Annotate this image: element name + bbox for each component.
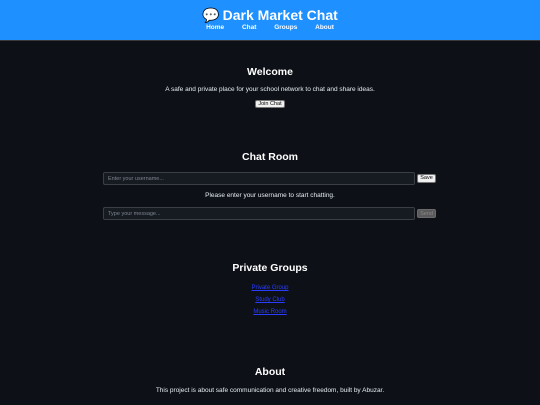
about-text: This project is about safe communication…: [155, 387, 385, 394]
join-chat-button[interactable]: Join Chat: [255, 100, 285, 108]
site-title: Dark Market Chat: [222, 7, 338, 23]
speech-bubble-icon: 💬: [202, 7, 220, 23]
chat-room-title: Chat Room: [242, 151, 298, 163]
save-username-button[interactable]: Save: [417, 174, 436, 183]
site-brand: 💬 Dark Market Chat: [0, 7, 540, 23]
nav-link-chat[interactable]: Chat: [242, 24, 256, 31]
nav-link-groups[interactable]: Groups: [274, 24, 297, 31]
group-link-study-club[interactable]: Study Club: [0, 297, 540, 303]
private-groups-title: Private Groups: [232, 262, 308, 274]
group-link-private-group[interactable]: Private Group: [0, 285, 540, 291]
welcome-title: Welcome: [247, 66, 293, 78]
chat-status-text: Please enter your username to start chat…: [205, 192, 335, 199]
site-header: 💬 Dark Market Chat Home Chat Groups About: [0, 0, 540, 41]
send-message-button[interactable]: Send: [417, 209, 436, 218]
welcome-text: A safe and private place for your school…: [165, 86, 375, 93]
nav-link-about[interactable]: About: [315, 24, 334, 31]
about-title: About: [254, 366, 286, 378]
group-link-music-room[interactable]: Music Room: [0, 309, 540, 315]
username-input[interactable]: [103, 172, 415, 185]
message-input[interactable]: [103, 207, 415, 220]
main-nav: Home Chat Groups About: [0, 24, 540, 32]
nav-link-home[interactable]: Home: [206, 24, 224, 31]
